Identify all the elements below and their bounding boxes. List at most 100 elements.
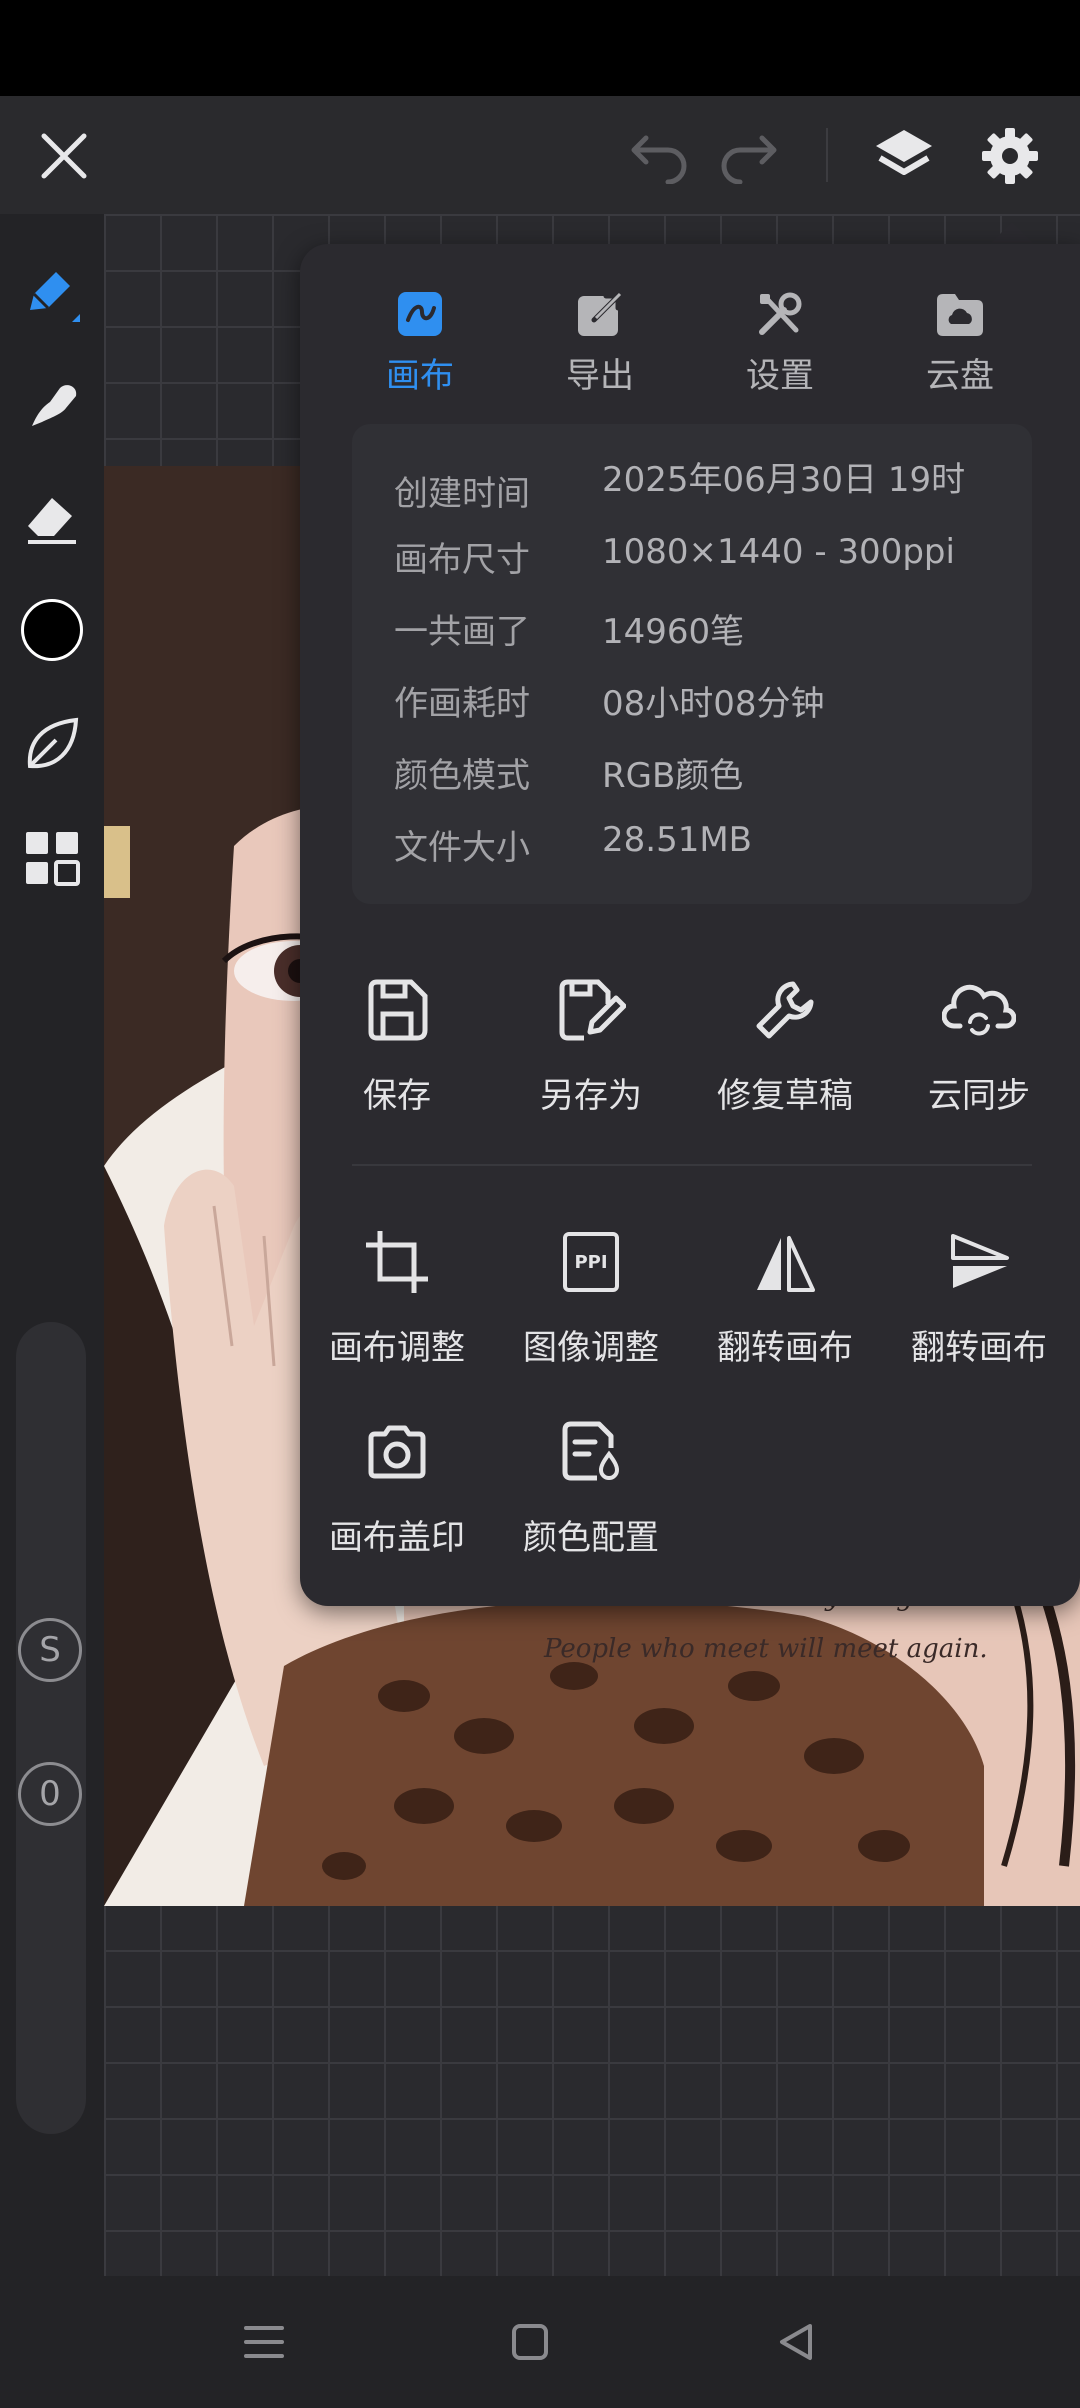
- nav-home-button[interactable]: [494, 2306, 566, 2378]
- flip-horizontal-icon: [757, 1236, 815, 1292]
- info-file-size-key: 文件大小: [394, 828, 530, 868]
- tab-canvas[interactable]: 画布: [350, 274, 490, 397]
- repair-draft-label: 修复草稿: [717, 1076, 853, 1116]
- eraser-tool[interactable]: [12, 478, 92, 558]
- info-created-key: 创建时间: [394, 474, 530, 514]
- save-icon: [368, 979, 428, 1041]
- repair-draft-button[interactable]: 修复草稿: [700, 970, 870, 1117]
- color-profile-icon: [562, 1421, 620, 1481]
- popup-pointer: [990, 222, 1034, 244]
- toolbar-divider: [826, 128, 828, 182]
- save-label: 保存: [363, 1076, 431, 1116]
- actions-divider: [352, 1164, 1032, 1166]
- eraser-icon: [28, 498, 76, 544]
- settings-button[interactable]: [968, 114, 1052, 198]
- info-canvas-size-key: 画布尺寸: [394, 540, 530, 580]
- export-icon: [578, 292, 622, 336]
- info-strokes-value: 14960笔: [602, 612, 745, 652]
- canvas-stamp-label: 画布盖印: [329, 1518, 465, 1558]
- back-triangle-icon: [780, 2324, 812, 2360]
- cloud-folder-icon: [937, 294, 983, 336]
- info-file-size-value: 28.51MB: [602, 820, 752, 860]
- info-time-value: 08小时08分钟: [602, 684, 825, 724]
- undo-button[interactable]: [614, 114, 698, 198]
- leaf-lasso-icon: [27, 717, 79, 769]
- canvas-stamp-button[interactable]: 画布盖印: [312, 1412, 482, 1559]
- pen-icon: [30, 272, 80, 322]
- tab-export[interactable]: 导出: [530, 274, 670, 397]
- info-row-file-size: 文件大小 28.51MB: [394, 820, 1014, 876]
- info-time-key: 作画耗时: [394, 684, 530, 724]
- save-as-icon: [559, 979, 626, 1041]
- crop-icon: [366, 1231, 428, 1293]
- info-row-created: 创建时间 2025年06月30日 19时: [394, 452, 1014, 514]
- info-row-color-mode: 颜色模式 RGB颜色: [394, 748, 1014, 804]
- tab-export-label: 导出: [566, 356, 634, 396]
- flip-vertical-label: 翻转画布: [911, 1328, 1047, 1368]
- save-button[interactable]: 保存: [312, 970, 482, 1117]
- tab-settings[interactable]: 设置: [710, 274, 850, 397]
- layers-icon: [876, 130, 932, 175]
- selection-tool[interactable]: [12, 704, 92, 784]
- flip-vertical-icon: [951, 1234, 1009, 1288]
- canvas-menu-popup: 画布 导出 设置 云盘 创建时间 2025年06月30日 19时 画布尺寸 10…: [300, 244, 1080, 1606]
- system-nav-bar: [0, 2276, 1080, 2408]
- info-row-canvas-size: 画布尺寸 1080×1440 - 300ppi: [394, 532, 1014, 588]
- smudge-tool[interactable]: [12, 364, 92, 444]
- image-adjust-button[interactable]: PPI 图像调整: [506, 1222, 676, 1369]
- undo-icon: [631, 135, 687, 184]
- tab-cloud-label: 云盘: [926, 356, 994, 396]
- left-toolbar: S 0: [0, 214, 104, 2276]
- opacity-badge[interactable]: 0: [18, 1762, 82, 1826]
- tab-settings-label: 设置: [746, 356, 814, 396]
- color-profile-button[interactable]: 颜色配置: [506, 1412, 676, 1559]
- info-row-time: 作画耗时 08小时08分钟: [394, 676, 1014, 732]
- wrench-icon: [756, 981, 814, 1039]
- brush-size-badge[interactable]: S: [18, 1618, 82, 1682]
- layers-button[interactable]: [862, 114, 946, 198]
- info-created-value: 2025年06月30日 19时: [602, 460, 966, 500]
- home-square-icon: [512, 2324, 548, 2360]
- redo-icon: [721, 135, 777, 184]
- save-as-button[interactable]: 另存为: [506, 970, 676, 1117]
- current-color-swatch: [21, 599, 83, 661]
- canvas-adjust-label: 画布调整: [329, 1328, 465, 1368]
- brush-slider[interactable]: [16, 1322, 86, 2134]
- tab-cloud[interactable]: 云盘: [890, 274, 1030, 397]
- smudge-icon: [32, 385, 77, 426]
- flip-vertical-button[interactable]: 翻转画布: [894, 1222, 1064, 1369]
- cloud-sync-icon: [942, 984, 1016, 1036]
- tab-canvas-label: 画布: [386, 356, 454, 396]
- top-toolbar: [0, 96, 1080, 214]
- redo-button[interactable]: [710, 114, 794, 198]
- close-button[interactable]: [22, 114, 106, 198]
- status-bar: [0, 0, 1080, 96]
- more-tools[interactable]: [12, 818, 92, 898]
- info-color-mode-key: 颜色模式: [394, 756, 530, 796]
- save-as-label: 另存为: [540, 1076, 642, 1116]
- grid-apps-icon: [26, 832, 80, 886]
- nav-menu-button[interactable]: [228, 2306, 300, 2378]
- info-canvas-size-value: 1080×1440 - 300ppi: [602, 532, 955, 572]
- pen-tool[interactable]: [12, 250, 92, 330]
- ppi-icon-text: PPI: [574, 1251, 608, 1273]
- artwork-quote-line2: People who meet will meet again.: [544, 1634, 988, 1664]
- cloud-sync-button[interactable]: 云同步: [894, 970, 1064, 1117]
- canvas-info-panel: 创建时间 2025年06月30日 19时 画布尺寸 1080×1440 - 30…: [352, 424, 1032, 904]
- canvas-tab-icon: [398, 292, 442, 336]
- flip-horizontal-button[interactable]: 翻转画布: [700, 1222, 870, 1369]
- info-color-mode-value: RGB颜色: [602, 756, 744, 796]
- image-adjust-label: 图像调整: [523, 1328, 659, 1368]
- nav-back-button[interactable]: [760, 2306, 832, 2378]
- canvas-adjust-button[interactable]: 画布调整: [312, 1222, 482, 1369]
- ppi-icon: PPI: [563, 1232, 619, 1292]
- menu-icon: [244, 2326, 284, 2358]
- info-strokes-key: 一共画了: [394, 612, 530, 652]
- gear-icon: [982, 128, 1038, 184]
- color-profile-label: 颜色配置: [523, 1518, 659, 1558]
- info-row-strokes: 一共画了 14960笔: [394, 604, 1014, 660]
- camera-icon: [368, 1425, 426, 1479]
- color-picker[interactable]: [12, 590, 92, 670]
- cloud-sync-label: 云同步: [928, 1076, 1030, 1116]
- close-icon: [41, 133, 87, 179]
